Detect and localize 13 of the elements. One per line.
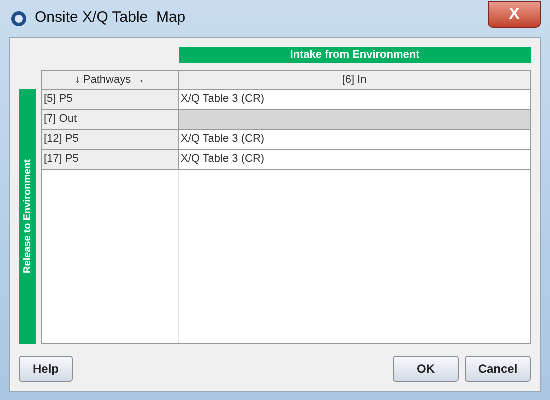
column-header: [6] In: [341, 73, 368, 88]
column-header: ↓ Pathways →: [42, 71, 179, 89]
row-header: [5] P5: [42, 90, 179, 109]
window-title: Onsite X/Q Table Map: [35, 8, 186, 28]
ok-button[interactable]: OK: [393, 356, 459, 382]
column-banner: Intake from Environment: [179, 47, 531, 63]
row-header: [7] Out: [42, 110, 179, 129]
row-banner: Release to Environment: [19, 89, 36, 344]
row-header: [12] P5: [42, 130, 179, 149]
help-button[interactable]: Help: [19, 356, 73, 382]
row-header: [17] P5: [42, 150, 179, 169]
app-icon: [11, 10, 27, 26]
cancel-button[interactable]: Cancel: [465, 356, 531, 382]
